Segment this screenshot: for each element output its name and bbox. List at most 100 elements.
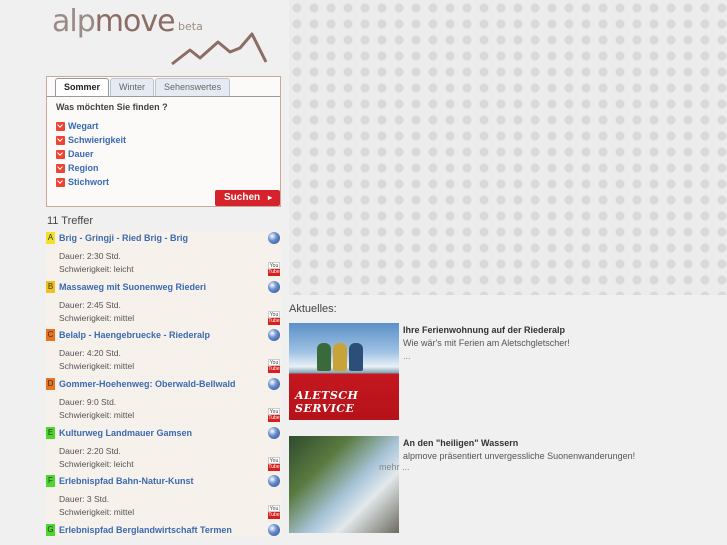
news-text: alpmove präsentiert unvergessliche Suone… bbox=[403, 451, 636, 461]
result-marker: E bbox=[46, 426, 55, 439]
result-title-link[interactable]: Gommer-Hoehenweg: Oberwald-Bellwald bbox=[59, 379, 236, 389]
youtube-icon-bottom: Tube bbox=[268, 366, 280, 374]
search-button[interactable]: Suchen ▸ bbox=[215, 190, 280, 206]
result-title-link[interactable]: Erlebnispfad Bahn-Natur-Kunst bbox=[59, 476, 194, 486]
result-difficulty: Schwierigkeit: leicht bbox=[59, 264, 134, 274]
result-difficulty: Schwierigkeit: mittel bbox=[59, 361, 135, 372]
news-text: Wie wär's mit Ferien am Aletschgletscher… bbox=[403, 338, 570, 348]
news-title[interactable]: An den "heiligen" Wassern bbox=[403, 438, 518, 448]
globe-map-icon[interactable] bbox=[268, 378, 280, 391]
map-area[interactable] bbox=[289, 0, 727, 295]
youtube-icon[interactable]: You Tube bbox=[268, 310, 280, 325]
result-header: A Brig - Gringji - Ried Brig - Brig bbox=[46, 231, 281, 245]
result-details: Dauer: 4:20 Std. Schwierigkeit: mittel You… bbox=[46, 343, 281, 377]
season-tabs: Sommer Winter Sehenswertes bbox=[55, 78, 231, 96]
result-header: D Gommer-Hoehenweg: Oberwald-Bellwald bbox=[46, 377, 281, 392]
tab-winter[interactable]: Winter bbox=[110, 78, 155, 96]
result-title-link[interactable]: Erlebnispfad Berglandwirtschaft Termen bbox=[59, 525, 232, 535]
kid-figure bbox=[333, 343, 347, 371]
youtube-icon-bottom: Tube bbox=[268, 415, 280, 423]
filter-label[interactable]: Wegart bbox=[68, 121, 98, 131]
filter-list: Wegart Schwierigkeit Dauer Region Stichw… bbox=[56, 119, 126, 189]
result-details: Dauer: 3 Std. Schwierigkeit: mittel You Tub… bbox=[46, 489, 281, 523]
filter-schwierigkeit[interactable]: Schwierigkeit bbox=[56, 133, 126, 147]
alpmove-logo[interactable]: alpmove beta bbox=[52, 4, 272, 70]
checkbox-icon[interactable] bbox=[56, 121, 65, 131]
result-marker: G bbox=[46, 524, 55, 537]
result-title-link[interactable]: Belalp - Haengebruecke - Riederalp bbox=[59, 330, 210, 340]
checkbox-icon[interactable] bbox=[56, 177, 65, 187]
youtube-icon[interactable]: You Tube bbox=[268, 408, 280, 423]
result-title-link[interactable]: Brig - Gringji - Ried Brig - Brig bbox=[59, 233, 188, 243]
search-question: Was möchten Sie finden ? bbox=[56, 102, 168, 112]
result-item[interactable]: A Brig - Gringji - Ried Brig - Brig Dauer:… bbox=[46, 231, 283, 280]
news-item[interactable]: ALETSCH SERVICE Ihre Ferienwohnung auf d… bbox=[289, 323, 727, 423]
checkbox-icon[interactable] bbox=[56, 135, 65, 145]
filter-label[interactable]: Dauer bbox=[68, 149, 94, 159]
filter-label[interactable]: Region bbox=[68, 163, 99, 173]
filter-wegart[interactable]: Wegart bbox=[56, 119, 126, 133]
filter-stichwort[interactable]: Stichwort bbox=[56, 175, 126, 189]
mountain-logo-icon bbox=[171, 32, 268, 66]
youtube-icon[interactable]: You Tube bbox=[268, 505, 280, 520]
result-duration: Dauer: 3 Std. bbox=[59, 494, 110, 505]
globe-map-icon[interactable] bbox=[268, 426, 280, 439]
globe-map-icon[interactable] bbox=[268, 524, 280, 537]
youtube-icon[interactable]: You Tube bbox=[268, 262, 280, 276]
youtube-icon-top: You bbox=[268, 359, 280, 367]
result-difficulty: Schwierigkeit: mittel bbox=[59, 410, 135, 421]
result-duration: Dauer: 2:30 Std. bbox=[59, 251, 121, 261]
result-item[interactable]: G Erlebnispfad Berglandwirtschaft Termen bbox=[46, 523, 283, 545]
youtube-icon[interactable]: You Tube bbox=[268, 456, 280, 471]
youtube-icon-top: You bbox=[268, 456, 280, 464]
globe-map-icon[interactable] bbox=[268, 280, 280, 293]
result-difficulty: Schwierigkeit: mittel bbox=[59, 312, 135, 323]
tab-sehenswertes[interactable]: Sehenswertes bbox=[155, 78, 231, 96]
globe-map-icon[interactable] bbox=[268, 475, 280, 488]
result-item[interactable]: F Erlebnispfad Bahn-Natur-Kunst Dauer: 3 S… bbox=[46, 474, 283, 523]
globe-map-icon[interactable] bbox=[268, 232, 280, 244]
filter-region[interactable]: Region bbox=[56, 161, 126, 175]
result-title-link[interactable]: Kulturweg Landmauer Gamsen bbox=[59, 428, 192, 438]
result-item[interactable]: C Belalp - Haengebruecke - Riederalp Dauer… bbox=[46, 328, 283, 377]
news-image-wasser[interactable] bbox=[289, 436, 399, 533]
result-duration: Dauer: 4:20 Std. bbox=[59, 348, 121, 359]
result-duration: Dauer: 9:0 Std. bbox=[59, 397, 117, 408]
checkbox-icon[interactable] bbox=[56, 149, 65, 159]
youtube-icon-top: You bbox=[268, 505, 280, 513]
result-duration: Dauer: 2:20 Std. bbox=[59, 445, 121, 456]
youtube-icon[interactable]: You Tube bbox=[268, 359, 280, 374]
youtube-icon-top: You bbox=[268, 262, 280, 269]
aletsch-service-logo-text: ALETSCH SERVICE bbox=[295, 389, 359, 415]
result-details: Dauer: 9:0 Std. Schwierigkeit: mittel You T… bbox=[46, 392, 281, 426]
result-title-link[interactable]: Massaweg mit Suonenweg Riederi bbox=[59, 282, 206, 292]
globe-map-icon[interactable] bbox=[268, 329, 280, 342]
result-details: Dauer: 2:30 Std. Schwierigkeit: leicht You… bbox=[46, 246, 281, 279]
news-title[interactable]: Ihre Ferienwohnung auf der Riederalp bbox=[403, 325, 565, 335]
youtube-icon-bottom: Tube bbox=[268, 463, 280, 471]
result-marker: D bbox=[46, 378, 55, 391]
news-item[interactable]: An den "heiligen" Wassern alpmove präsen… bbox=[289, 436, 727, 536]
filter-label[interactable]: Schwierigkeit bbox=[68, 135, 126, 145]
tab-sommer[interactable]: Sommer bbox=[55, 78, 110, 96]
result-marker: F bbox=[46, 475, 55, 488]
result-item[interactable]: D Gommer-Hoehenweg: Oberwald-Bellwald Daue… bbox=[46, 377, 283, 426]
news-more-link[interactable]: ... bbox=[403, 351, 411, 361]
result-duration: Dauer: 2:45 Std. bbox=[59, 299, 121, 310]
youtube-icon-top: You bbox=[268, 408, 280, 416]
result-item[interactable]: B Massaweg mit Suonenweg Riederi Dauer: 2:… bbox=[46, 279, 283, 329]
result-item[interactable]: E Kulturweg Landmauer Gamsen Dauer: 2:20 S… bbox=[46, 425, 283, 475]
logo-move: move bbox=[94, 4, 176, 39]
filter-label[interactable]: Stichwort bbox=[68, 177, 109, 187]
arrow-right-icon: ▸ bbox=[267, 193, 272, 202]
result-marker: C bbox=[46, 329, 55, 342]
results-list: A Brig - Gringji - Ried Brig - Brig Dauer:… bbox=[46, 231, 283, 545]
news-more-link[interactable]: mehr ... bbox=[379, 462, 410, 472]
news-image-aletsch[interactable]: ALETSCH SERVICE bbox=[289, 323, 399, 420]
filter-dauer[interactable]: Dauer bbox=[56, 147, 126, 161]
news-heading: Aktuelles: bbox=[289, 303, 337, 315]
results-count: 11 Treffer bbox=[47, 215, 94, 227]
search-button-label: Suchen bbox=[224, 192, 261, 203]
checkbox-icon[interactable] bbox=[56, 163, 65, 173]
kid-figure bbox=[349, 343, 363, 371]
